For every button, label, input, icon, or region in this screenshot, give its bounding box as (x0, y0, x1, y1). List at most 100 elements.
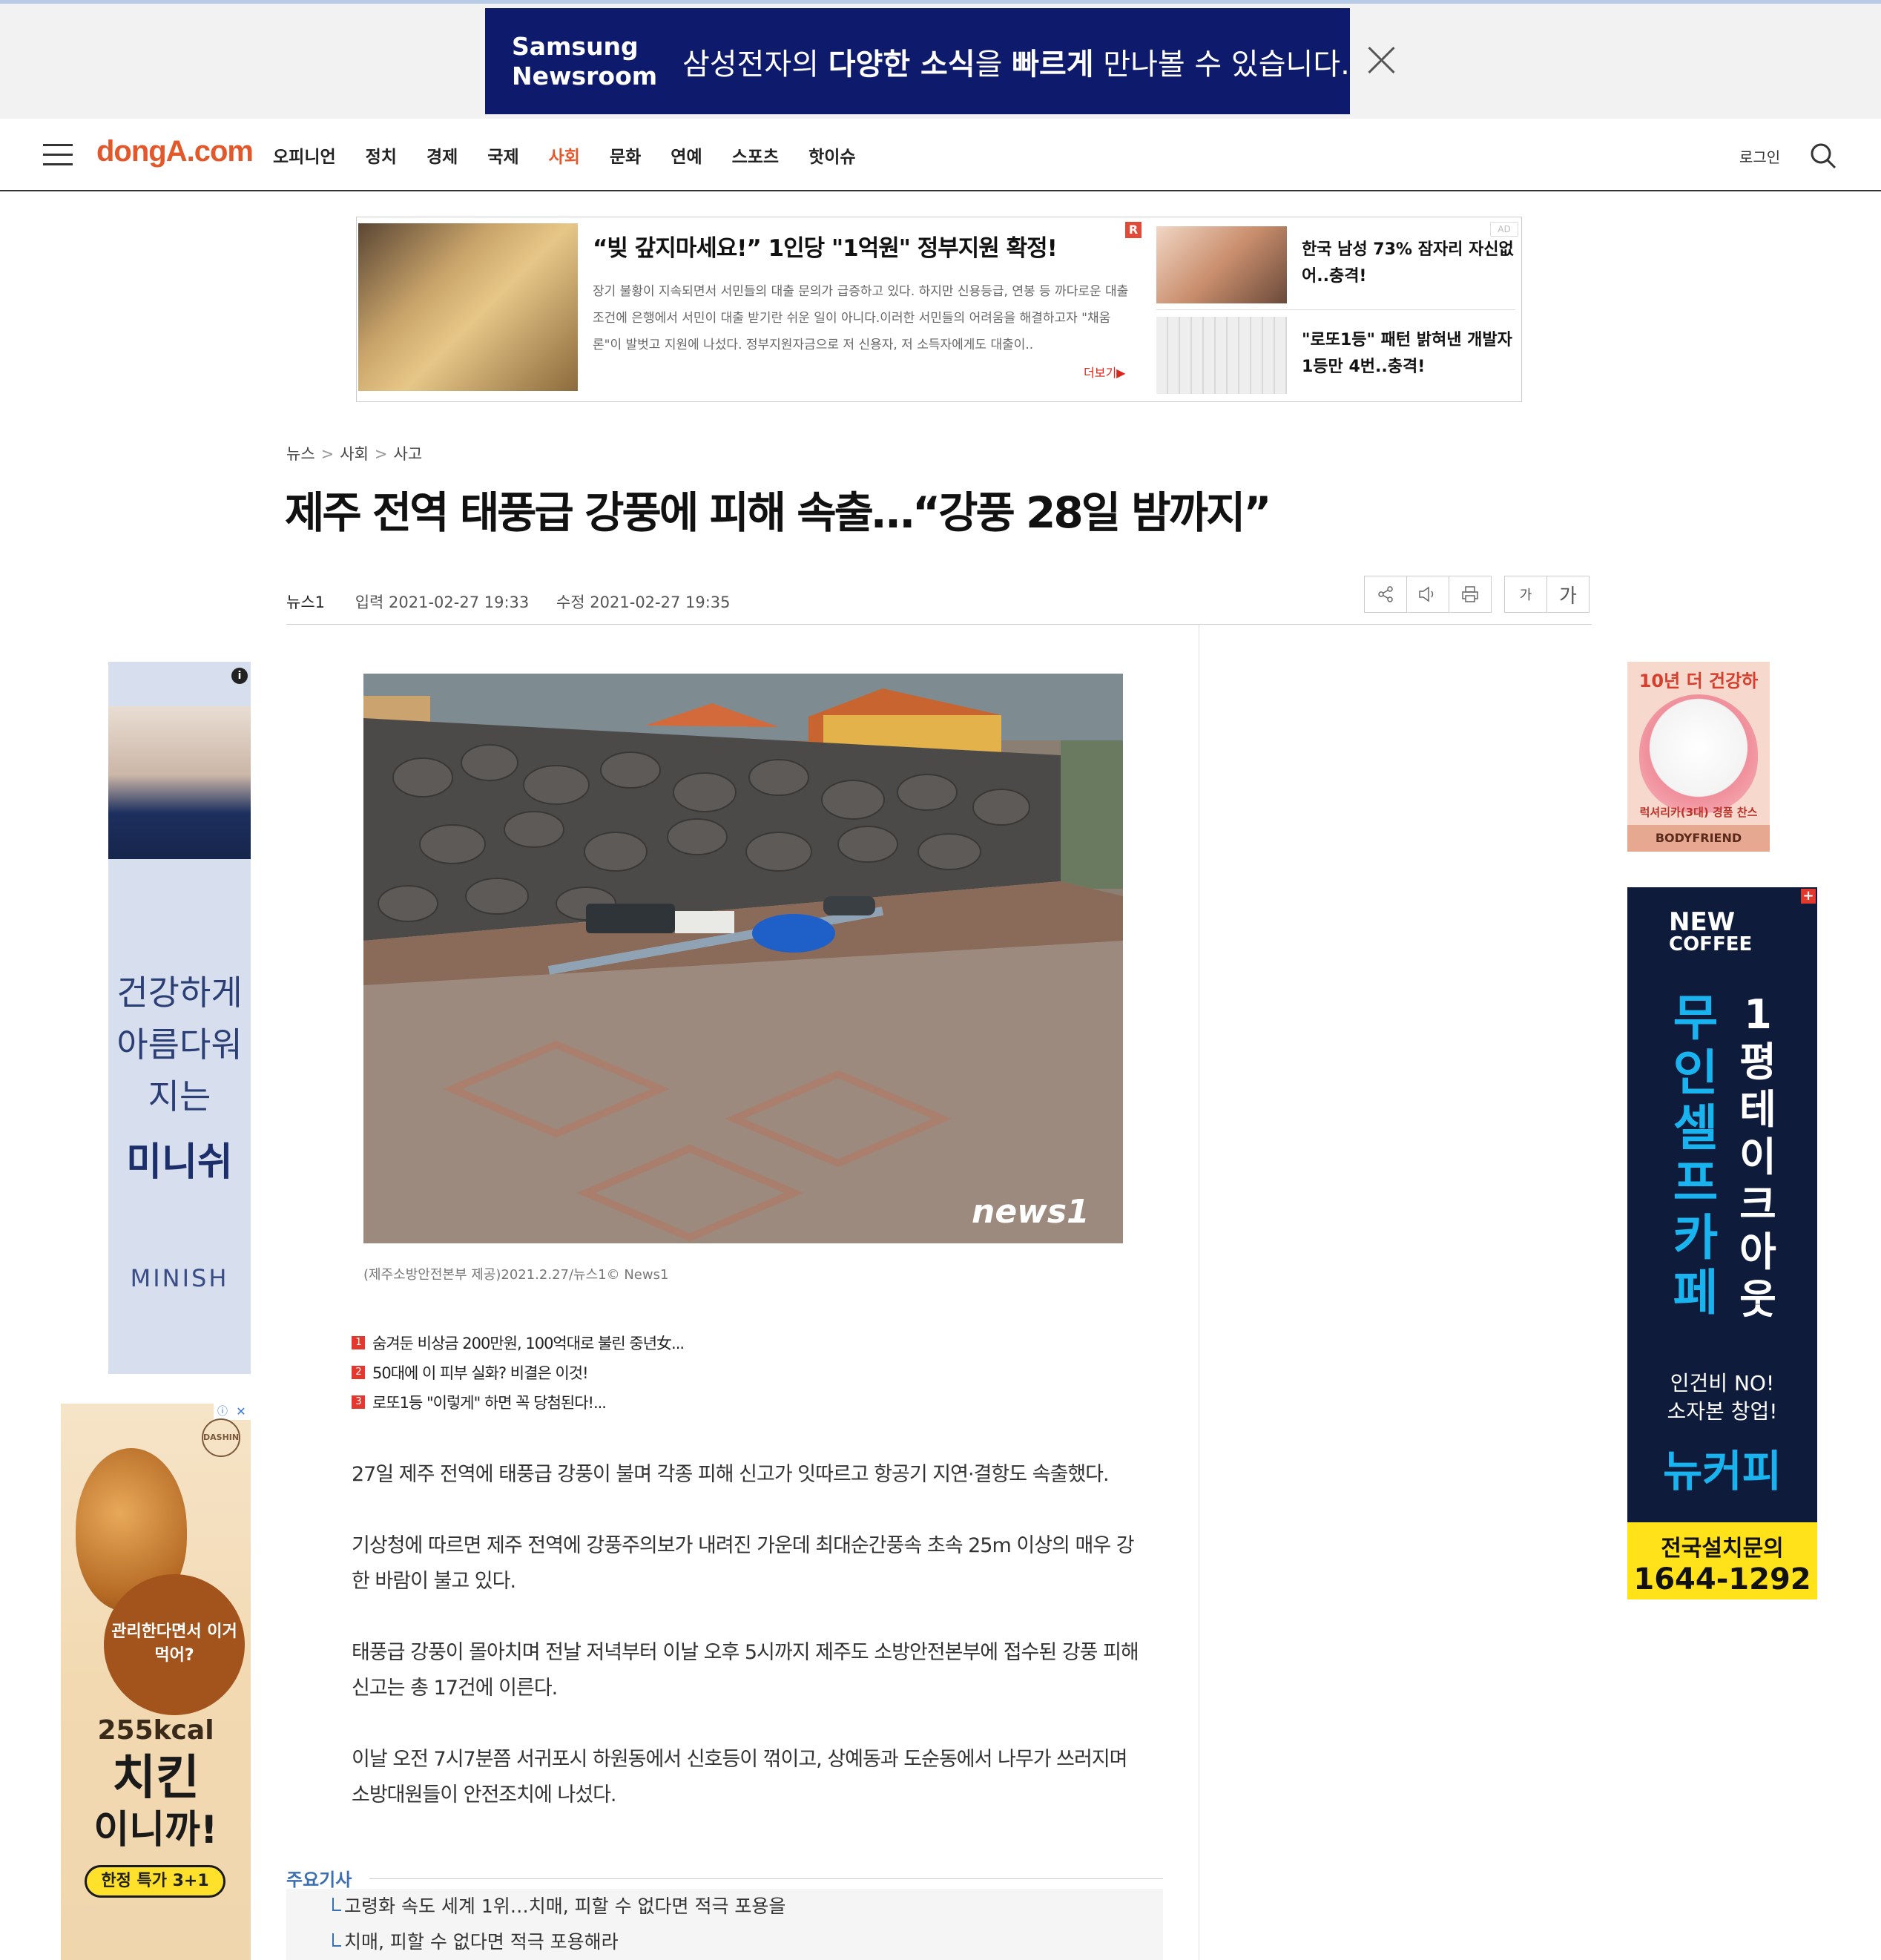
ad-char: 웃 (1739, 1276, 1776, 1323)
breadcrumb-item[interactable]: 사회 (340, 445, 369, 463)
close-icon[interactable] (1366, 45, 1396, 75)
breadcrumb-item[interactable]: 사고 (394, 445, 423, 463)
print-icon[interactable] (1449, 576, 1492, 613)
divider (1156, 309, 1515, 310)
side-ad-thumb (1156, 226, 1287, 303)
nav-item-international[interactable]: 국제 (487, 142, 518, 168)
nav-item-sports[interactable]: 스포츠 (732, 142, 779, 168)
nav-item-entertainment[interactable]: 연예 (671, 142, 702, 168)
ad-brand-name: 미니쉬 (126, 1140, 233, 1185)
ad-phone: 1644-1292 (1633, 1562, 1811, 1596)
ad-text-line: 지는 (148, 1076, 211, 1117)
ad-msg-bold: 빠르게 (1012, 47, 1094, 82)
ad-brand-name: 뉴커피 (1662, 1446, 1782, 1496)
update-date: 2021-02-27 19:35 (590, 593, 731, 611)
speaker-icon[interactable] (1406, 576, 1449, 613)
article-tools: 가 가 (1364, 576, 1590, 613)
ad-char: 이 (1739, 1134, 1776, 1180)
minish-logo: MINISH (130, 1264, 229, 1292)
side-ad-text: 한국 남성 73% 잠자리 자신없어..충격! (1302, 240, 1514, 286)
update-label: 수정 (556, 593, 585, 611)
photo-caption: (제주소방안전본부 제공)2021.2.27/뉴스1© News1 (363, 1267, 669, 1283)
r-badge: R (1125, 222, 1142, 238)
font-increase-button[interactable]: 가 (1546, 576, 1590, 613)
article-meta: 뉴스1 입력 2021-02-27 19:33 수정 2021-02-27 19… (286, 591, 731, 613)
ad-char: 프 (1673, 1154, 1719, 1211)
article-paragraph: 이날 오전 7시7분쯤 서귀포시 하원동에서 신호등이 꺾이고, 상예동과 도순… (352, 1748, 1128, 1806)
samsung-newsroom-ad[interactable]: Samsung Newsroom 삼성전자의 다양한 소식을 빠르게 만나볼 수… (485, 8, 1350, 114)
input-date: 2021-02-27 19:33 (389, 593, 530, 611)
share-icon[interactable] (1364, 576, 1407, 613)
ad-char: 인 (1673, 1045, 1719, 1102)
nav-item-society[interactable]: 사회 (549, 142, 580, 168)
main-articles-title: 주요기사 (286, 1869, 352, 1890)
ad-question: 관리한다면서 이거 먹어? (104, 1574, 245, 1715)
ad-char: 테 (1739, 1086, 1776, 1133)
article-photo[interactable]: news1 (363, 674, 1123, 1243)
ad-subtitle: 럭셔리카(3대) 경품 찬스 (1639, 806, 1758, 819)
main-articles-list: 고령화 속도 세계 1위…치매, 피할 수 없다면 적극 포용을 치매, 피할 … (286, 1889, 1163, 1960)
logo-line: COFFEE (1669, 933, 1753, 956)
ad-msg-bold: 다양한 소식 (828, 47, 975, 82)
site-logo[interactable]: dongA.com (96, 135, 254, 168)
dashin-ad[interactable]: ⓘ ✕ DASHIN 관리한다면서 이거 먹어? 255kcal 치킨 이니까!… (61, 1404, 251, 1960)
bodyfriend-logo: BODYFRIEND (1627, 825, 1770, 852)
font-decrease-button[interactable]: 가 (1504, 576, 1547, 613)
close-icon[interactable]: ✕ (231, 1404, 251, 1420)
related-link[interactable]: 1 숨겨둔 비상금 200만원, 100억대로 불린 중년女... (352, 1328, 685, 1358)
ad-char: 셀 (1673, 1099, 1719, 1157)
more-link[interactable]: 더보기▶ (1084, 363, 1125, 381)
newcoffee-logo: NEW COFFEE (1669, 910, 1753, 956)
heart-photo (1639, 694, 1758, 813)
rank-badge: 2 (352, 1366, 365, 1379)
bodyfriend-ad[interactable]: 10년 더 건강하게! 럭셔리카(3대) 경품 찬스 BODYFRIEND (1627, 662, 1770, 852)
hamburger-menu-icon[interactable] (43, 144, 73, 166)
ad-vertical-text: 1 평 테 이 크 아 웃 (1728, 991, 1788, 1323)
ad-big-line: 치킨 (112, 1751, 200, 1806)
nav-item-hot-issue[interactable]: 핫이슈 (808, 142, 855, 168)
ad-text-line: 아름다워 (116, 1025, 243, 1065)
nav-item-culture[interactable]: 문화 (610, 142, 641, 168)
ad-text-line: 건강하게 (116, 973, 243, 1013)
login-link[interactable]: 로그인 (1739, 145, 1780, 167)
minish-ad[interactable]: i 건강하게 아름다워 지는 미니쉬 MINISH (108, 662, 251, 1374)
related-link-text: 50대에 이 피부 실화? 비결은 이것! (372, 1364, 589, 1382)
main-article-item[interactable]: 치매, 피할 수 없다면 적극 포용해라 (286, 1924, 1163, 1960)
main-article-text: 치매, 피할 수 없다면 적극 포용해라 (344, 1931, 619, 1953)
side-ad-item[interactable]: 한국 남성 73% 잠자리 자신없어..충격! (1156, 222, 1515, 303)
ad-char: 아 (1739, 1229, 1776, 1275)
fallen-traffic-light-photo: news1 (363, 674, 1123, 1243)
plus-icon[interactable]: + (1801, 889, 1816, 904)
main-nav: 오피니언 정치 경제 국제 사회 문화 연예 스포츠 핫이슈 (273, 142, 886, 168)
breadcrumb-item[interactable]: 뉴스 (286, 445, 315, 463)
divider (286, 624, 1592, 625)
ad-msg-part: 삼성전자의 (682, 47, 829, 82)
main-article-item[interactable]: 고령화 속도 세계 1위…치매, 피할 수 없다면 적극 포용을 (286, 1889, 1163, 1924)
top-ad-banner-area: Samsung Newsroom 삼성전자의 다양한 소식을 빠르게 만나볼 수… (0, 0, 1881, 119)
ad-info-icon[interactable]: ⓘ (214, 1404, 231, 1420)
ad-char: 무 (1673, 990, 1719, 1047)
chevron-right-icon: > (320, 445, 335, 463)
content-ad-box[interactable]: “빚 갚지마세요!” 1인당 "1억원" 정부지원 확정! R 장기 불황이 지… (356, 217, 1522, 402)
related-links: 1 숨겨둔 비상금 200만원, 100억대로 불린 중년女... 2 50대에 이… (352, 1328, 685, 1417)
ad-subline: 인건비 NO! (1670, 1371, 1775, 1395)
newcoffee-ad[interactable]: + NEW COFFEE 무 인 셀 프 카 페 1 평 테 이 크 아 웃 인… (1627, 887, 1817, 1599)
ad-headline[interactable]: “빚 갚지마세요!” 1인당 "1억원" 정부지원 확정! (593, 229, 1058, 263)
search-icon[interactable] (1808, 141, 1838, 171)
related-link[interactable]: 3 로또1등 "이렇게" 하면 꼭 당첨된다!... (352, 1387, 684, 1417)
ad-char: 페 (1673, 1264, 1719, 1321)
nav-item-opinion[interactable]: 오피니언 (273, 142, 336, 168)
side-ad-item[interactable]: "로또1등" 패턴 밝혀낸 개발자 1등만 4번..충격! (1156, 312, 1515, 394)
nav-item-politics[interactable]: 정치 (366, 142, 397, 168)
side-ad-thumb (1156, 317, 1287, 394)
kcal-text: 255kcal (97, 1715, 214, 1746)
info-icon[interactable]: i (231, 668, 248, 684)
article-source: 뉴스1 (286, 593, 326, 611)
ad-char: 카 (1673, 1209, 1719, 1266)
related-link[interactable]: 2 50대에 이 피부 실화? 비결은 이것! (352, 1358, 684, 1387)
site-header: dongA.com 오피니언 정치 경제 국제 사회 문화 연예 스포츠 핫이슈… (0, 119, 1881, 191)
ad-char: 평 (1739, 1039, 1776, 1085)
ad-contact: 전국설치문의 1644-1292 (1627, 1522, 1817, 1599)
article-paragraph: 27일 제주 전역에 태풍급 강풍이 불며 각종 피해 신고가 잇따르고 항공기… (352, 1463, 1110, 1486)
nav-item-economy[interactable]: 경제 (426, 142, 458, 168)
